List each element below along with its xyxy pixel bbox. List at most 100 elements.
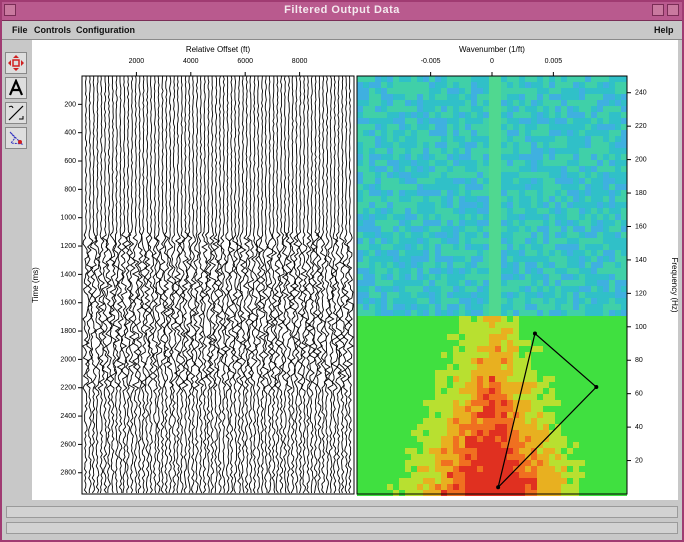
heatmap-cell [429,214,435,220]
heatmap-cell [495,316,501,322]
heatmap-cell [555,268,561,274]
menu-configuration[interactable]: Configuration [76,25,135,35]
heatmap-cell [405,214,411,220]
heatmap-cell [453,490,459,496]
heatmap-cell [435,460,441,466]
title-bar[interactable]: Filtered Output Data [2,2,682,21]
menu-controls[interactable]: Controls [34,25,71,35]
seismic-plot[interactable]: Relative Offset (ft) Wavenumber (1/ft) T… [31,40,679,500]
heatmap-cell [525,310,531,316]
heatmap-cell [465,406,471,412]
heatmap-cell [399,142,405,148]
heatmap-cell [495,268,501,274]
heatmap-cell [423,154,429,160]
heatmap-cell [561,490,567,496]
heatmap-cell [513,250,519,256]
heatmap-cell [579,244,585,250]
heatmap-cell [555,340,561,346]
heatmap-cell [579,82,585,88]
heatmap-cell [465,472,471,478]
heatmap-cell [567,310,573,316]
heatmap-cell [531,472,537,478]
heatmap-cell [561,184,567,190]
heatmap-cell [591,358,597,364]
heatmap-cell [453,478,459,484]
menu-file[interactable]: File [12,25,28,35]
heatmap-cell [417,370,423,376]
heatmap-cell [441,298,447,304]
annotate-tool-button[interactable] [5,77,27,99]
heatmap-cell [357,112,363,118]
heatmap-cell [585,76,591,82]
pan-tool-button[interactable] [5,52,27,74]
heatmap-cell [381,244,387,250]
heatmap-cell [537,466,543,472]
heatmap-cell [495,160,501,166]
y-tick-label: 1200 [60,243,76,250]
heatmap-cell [405,262,411,268]
heatmap-cell [531,424,537,430]
heatmap-cell [543,292,549,298]
heatmap-cell [591,130,597,136]
heatmap-cell [537,292,543,298]
heatmap-cell [579,148,585,154]
heatmap-cell [417,298,423,304]
heatmap-cell [417,220,423,226]
heatmap-cell [423,160,429,166]
heatmap-cell [411,136,417,142]
heatmap-cell [519,364,525,370]
polygon-tool-button[interactable] [5,127,27,149]
heatmap-cell [429,160,435,166]
heatmap-cell [495,130,501,136]
line-tool-button[interactable] [5,102,27,124]
heatmap-cell [381,346,387,352]
heatmap-cell [519,484,525,490]
heatmap-cell [513,142,519,148]
heatmap-cell [357,430,363,436]
heatmap-cell [591,226,597,232]
heatmap-cell [423,88,429,94]
heatmap-cell [411,274,417,280]
heatmap-cell [555,202,561,208]
heatmap-cell [525,262,531,268]
heatmap-cell [375,106,381,112]
heatmap-cell [375,232,381,238]
heatmap-cell [597,358,603,364]
heatmap-cell [531,82,537,88]
heatmap-cell [423,124,429,130]
heatmap-cell [429,118,435,124]
heatmap-cell [363,412,369,418]
heatmap-cell [459,352,465,358]
heatmap-cell [429,250,435,256]
heatmap-cell [573,94,579,100]
heatmap-cell [567,214,573,220]
heatmap-cell [387,82,393,88]
heatmap-cell [387,124,393,130]
heatmap-cell [483,250,489,256]
heatmap-cell [597,430,603,436]
heatmap-cell [387,76,393,82]
y-tick-label: 1000 [60,215,76,222]
heatmap-cell [471,160,477,166]
heatmap-cell [483,316,489,322]
heatmap-cell [603,292,609,298]
heatmap-cell [597,466,603,472]
heatmap-cell [495,358,501,364]
menu-help[interactable]: Help [654,25,674,35]
heatmap-cell [543,418,549,424]
minimize-button[interactable] [652,4,664,16]
heatmap-cell [573,220,579,226]
heatmap-cell [615,430,621,436]
maximize-button[interactable] [667,4,679,16]
heatmap-cell [447,292,453,298]
heatmap-cell [543,400,549,406]
heatmap-cell [417,178,423,184]
heatmap-cell [441,280,447,286]
heatmap-cell [465,220,471,226]
heatmap-cell [363,202,369,208]
heatmap-cell [393,388,399,394]
heatmap-cell [561,148,567,154]
plot-canvas[interactable]: Relative Offset (ft) Wavenumber (1/ft) T… [31,40,679,500]
heatmap-cell [387,208,393,214]
heatmap-cell [357,472,363,478]
